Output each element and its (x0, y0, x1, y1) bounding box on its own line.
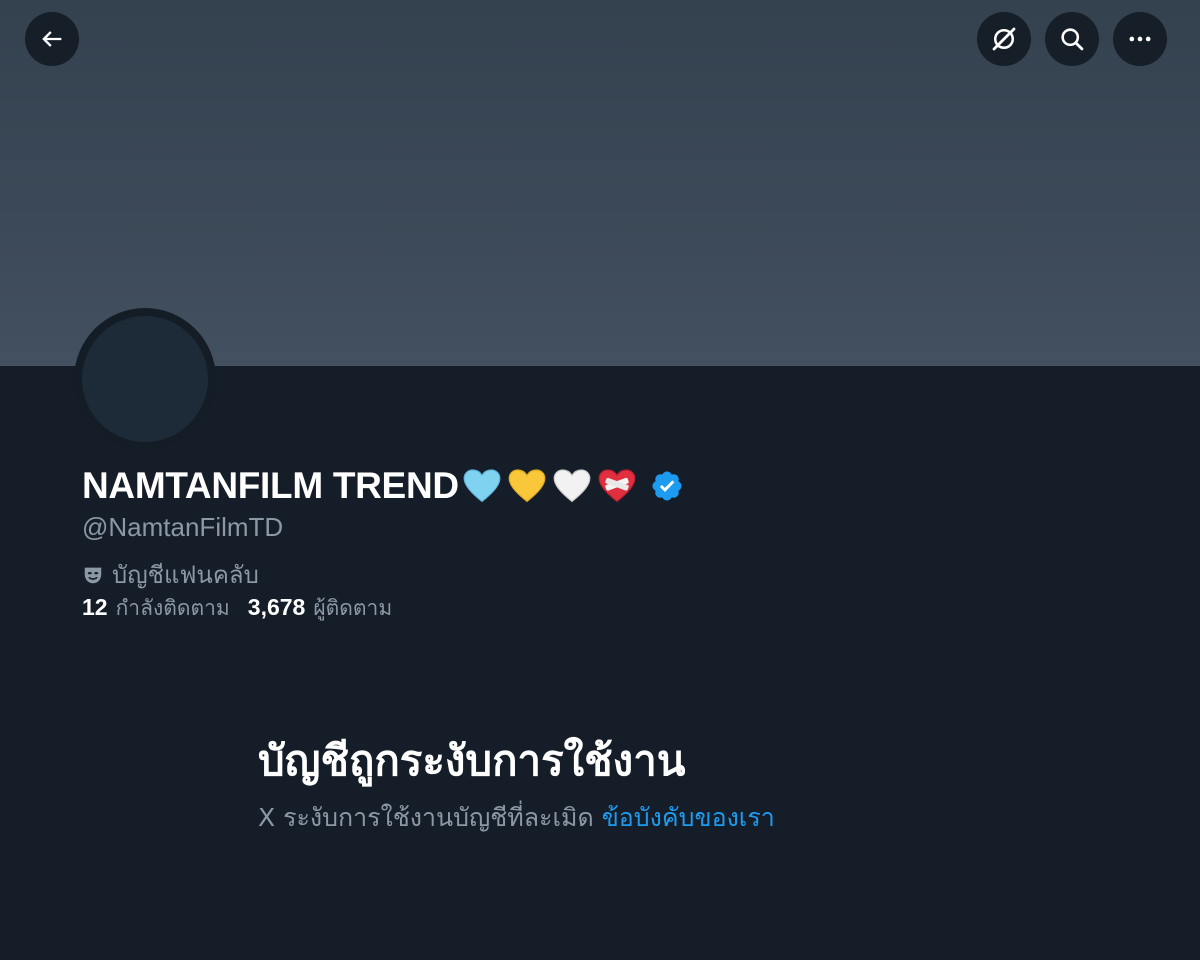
back-button[interactable] (25, 12, 79, 66)
rules-link[interactable]: ข้อบังคับของเรา (602, 803, 775, 832)
light-blue-heart-icon (463, 468, 501, 504)
suspension-message-text: X ระงับการใช้งานบัญชีที่ละเมิด (258, 803, 594, 832)
search-button[interactable] (1045, 12, 1099, 66)
avatar[interactable] (82, 316, 208, 442)
followers-count: 3,678 (247, 594, 306, 620)
profile-category: บัญชีแฟนคลับ (82, 555, 259, 594)
more-horizontal-icon (1129, 36, 1151, 42)
profile-page: NAMTANFILM TREND @NamtanFilmTD บัญชีแฟนค… (0, 0, 1200, 960)
white-heart-icon (553, 468, 591, 504)
arrow-left-icon (42, 31, 62, 47)
name-row: NAMTANFILM TREND (82, 462, 684, 510)
grok-icon (992, 27, 1016, 51)
followers-link[interactable]: 3,678 ผู้ติดตาม (248, 592, 392, 625)
name-emojis (463, 468, 636, 504)
yellow-heart-icon (508, 468, 546, 504)
following-link[interactable]: 12 กำลังติดตาม (82, 592, 230, 625)
following-label: กำลังติดตาม (115, 596, 230, 620)
search-icon (1061, 28, 1084, 51)
profile-stats: 12 กำลังติดตาม 3,678 ผู้ติดตาม (82, 592, 392, 625)
parody-mask-icon (84, 567, 102, 583)
category-label: บัญชีแฟนคลับ (112, 561, 259, 589)
verified-badge-icon[interactable] (650, 469, 684, 503)
suspension-message: X ระงับการใช้งานบัญชีที่ละเมิด ข้อบังคับ… (258, 798, 775, 838)
grok-button[interactable] (977, 12, 1031, 66)
following-count: 12 (82, 594, 108, 620)
mending-heart-icon (598, 468, 636, 504)
followers-label: ผู้ติดตาม (313, 596, 393, 620)
profile-handle: @NamtanFilmTD (82, 512, 284, 542)
suspension-title: บัญชีถูกระงับการใช้งาน (258, 736, 686, 785)
more-button[interactable] (1113, 12, 1167, 66)
display-name: NAMTANFILM TREND (82, 465, 459, 506)
